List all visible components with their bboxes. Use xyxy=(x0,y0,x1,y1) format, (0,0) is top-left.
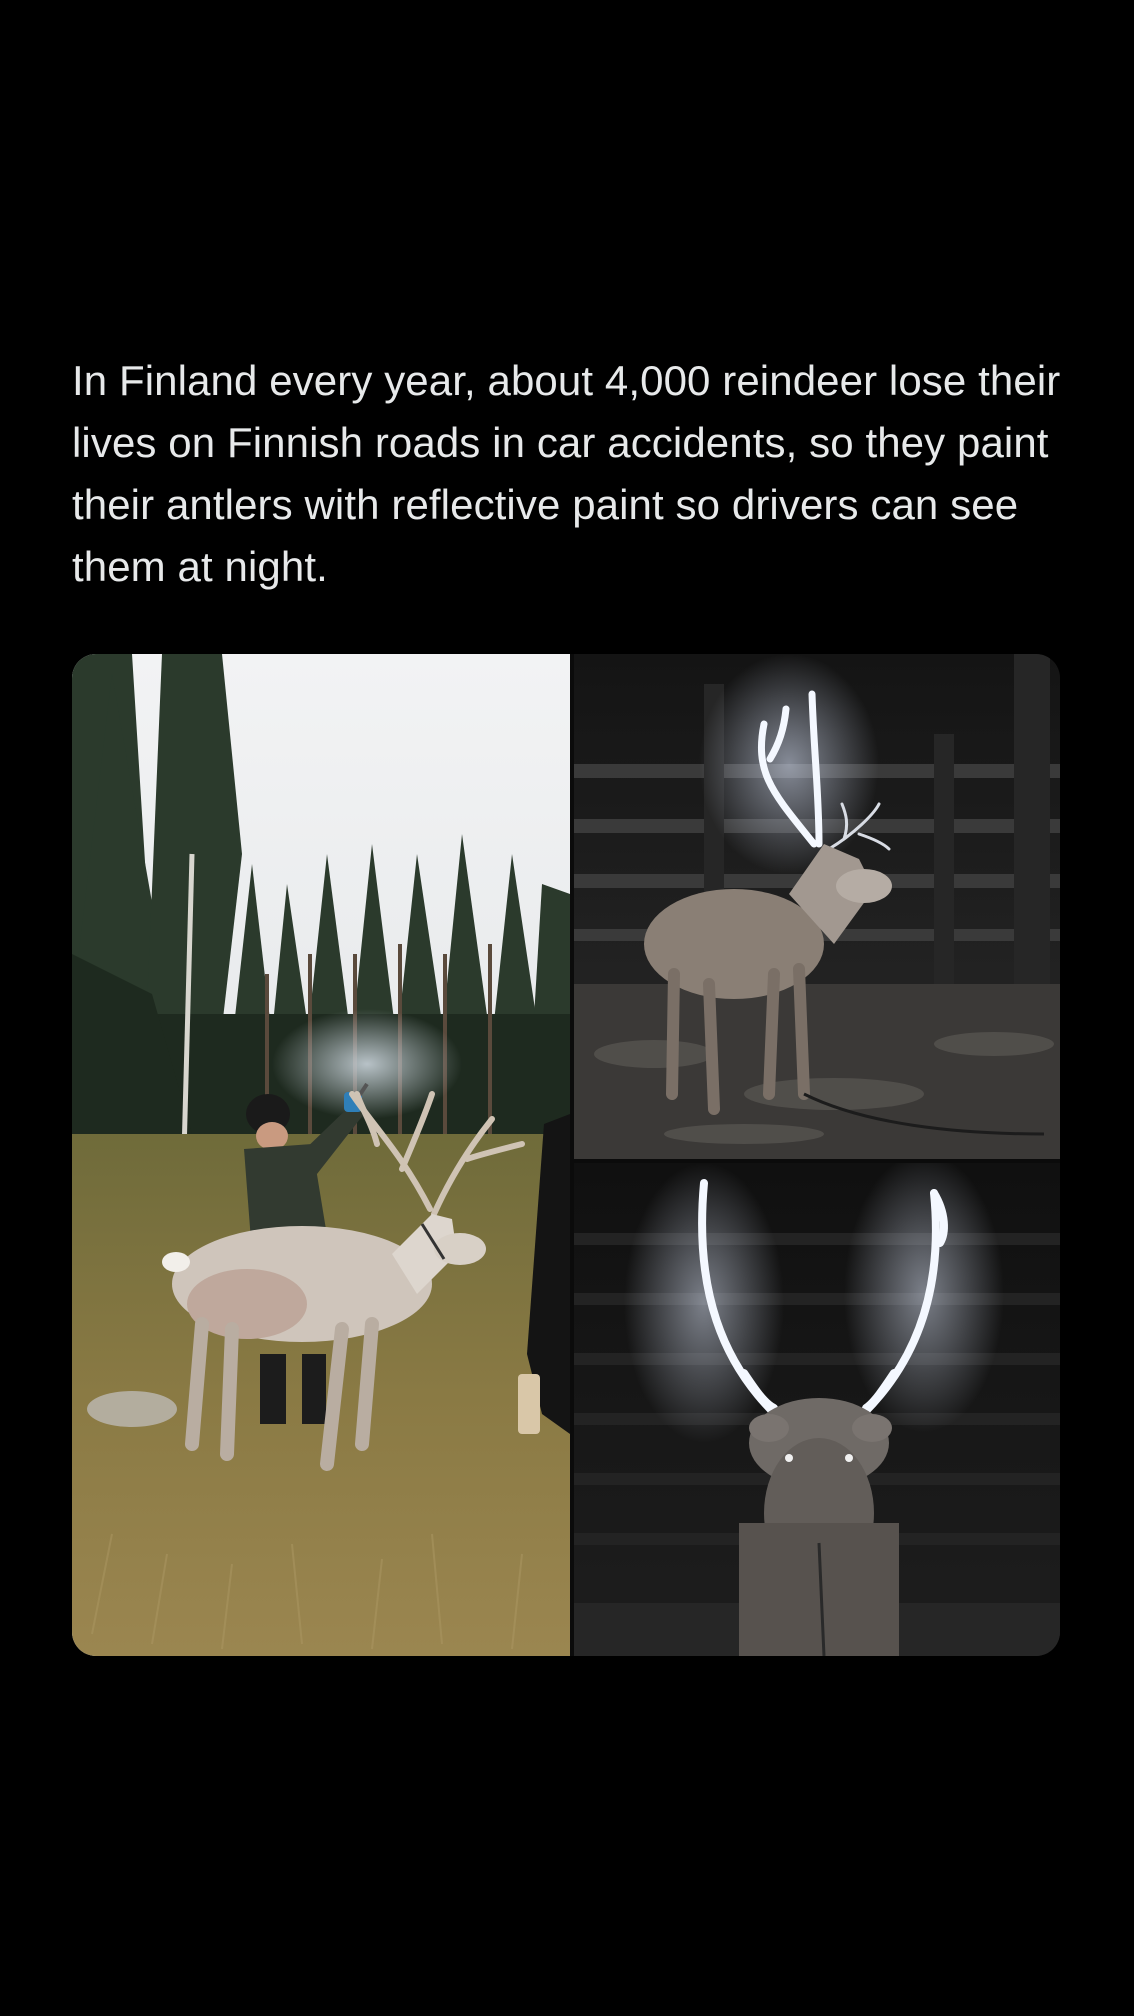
night-side-scene-image xyxy=(574,654,1060,1159)
night-front-scene-image xyxy=(574,1163,1060,1656)
forest-scene-image xyxy=(72,654,570,1656)
media-grid[interactable] xyxy=(72,654,1060,1656)
reindeer-daytime-photo[interactable] xyxy=(72,654,570,1656)
reindeer-night-front-photo[interactable] xyxy=(574,1163,1060,1656)
reindeer-night-side-photo[interactable] xyxy=(574,654,1060,1159)
post-text: In Finland every year, about 4,000 reind… xyxy=(72,357,1061,590)
